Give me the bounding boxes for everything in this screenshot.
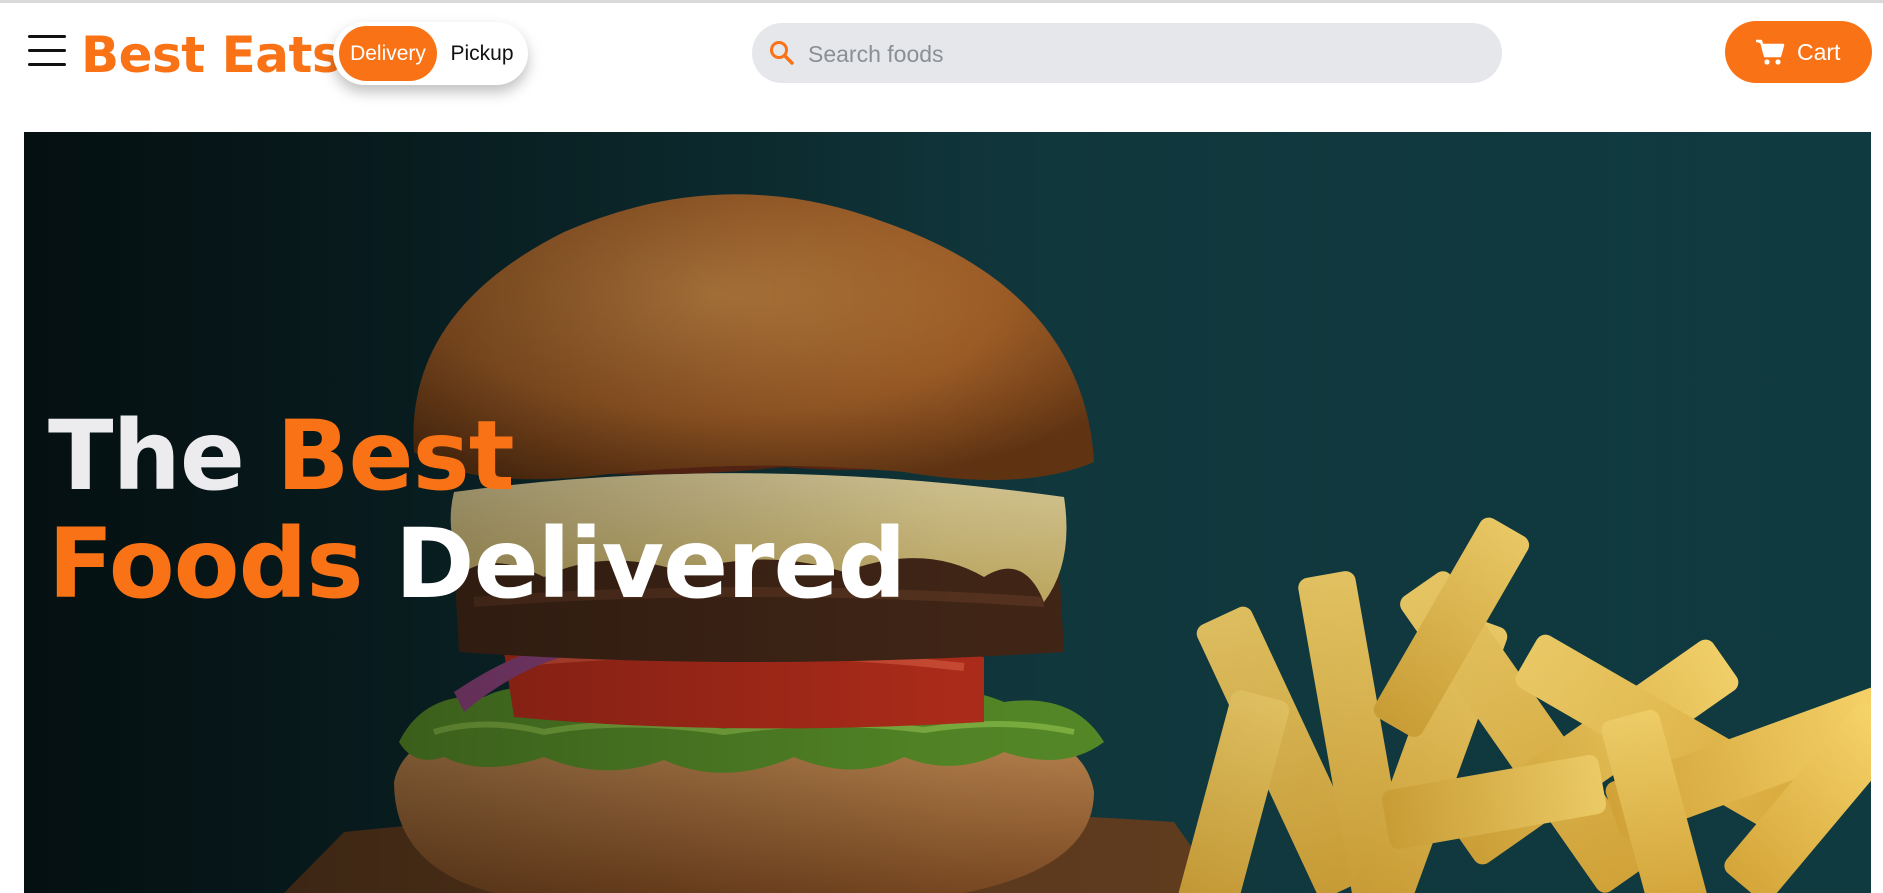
search-bar [752,23,1502,85]
hamburger-menu-icon[interactable] [28,33,66,69]
delivery-pickup-toggle: Delivery Pickup [333,22,528,85]
search-icon [770,41,794,65]
hero-title-best: Best [276,400,514,512]
hero-banner: The Best Foods Delivered [24,132,1871,893]
cart-button[interactable]: Cart [1725,21,1872,83]
search-input[interactable] [806,23,1470,85]
logo[interactable]: Best Eats [81,23,342,87]
delivery-option[interactable]: Delivery [339,26,437,81]
hero-title-delivered: Delivered [394,508,906,620]
pickup-option[interactable]: Pickup [441,26,523,81]
cart-icon [1756,39,1785,65]
hero-title-foods: Foods [48,508,363,620]
cart-label: Cart [1797,39,1841,65]
hero-title-the: The [48,400,245,512]
header: Best Eats Delivery Pickup Cart [0,3,1883,103]
hero-title: The Best Foods Delivered [48,400,906,620]
